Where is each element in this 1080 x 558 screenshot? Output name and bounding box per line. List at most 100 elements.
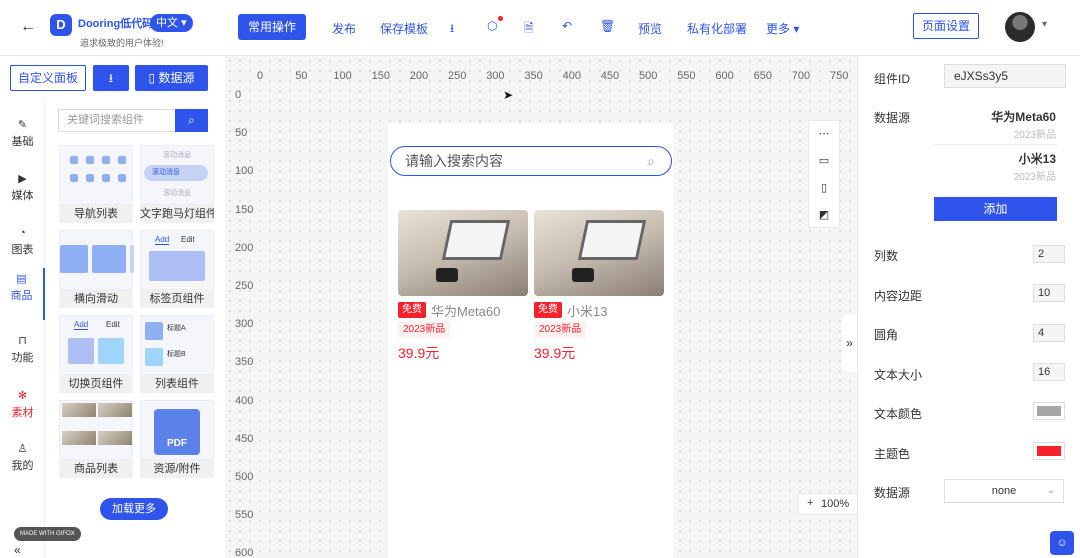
divider (934, 144, 1058, 145)
desktop-icon[interactable]: ▭ (809, 148, 839, 174)
common-operations-button[interactable]: 常用操作 (238, 14, 306, 40)
search-icon: ⌕ (188, 113, 195, 127)
category-material[interactable]: ✻ 素材 (0, 385, 45, 435)
download-button[interactable]: ⭳ (93, 65, 129, 91)
theme-color-picker[interactable] (1033, 442, 1065, 460)
font-size-input[interactable]: 16 (1033, 363, 1065, 381)
search-button[interactable]: ⌕ (175, 109, 208, 132)
product-price: 39.9元 (534, 345, 576, 361)
ruler-tick-label: 50 (235, 127, 248, 140)
file-icon[interactable]: 🗎 (524, 19, 534, 40)
ruler-tick-label: 0 (235, 89, 242, 101)
cube-icon[interactable]: ⬡ (487, 19, 497, 33)
component-thumbnail: Add Edit (59, 315, 133, 375)
custom-panel-button[interactable]: 自定义面板 (10, 65, 86, 91)
component-label: 资源/附件 (140, 460, 214, 478)
padding-input[interactable]: 10 (1033, 284, 1065, 302)
component-id-input[interactable]: eJXSs3y5 (944, 64, 1066, 88)
product-price: 39.9元 (398, 345, 440, 361)
play-icon: ▶ (18, 173, 27, 185)
list-icon: ▤ (16, 273, 27, 285)
ruler-tick-label: 200 (235, 241, 254, 254)
publish-button[interactable]: 发布 (332, 20, 356, 37)
back-arrow-icon[interactable]: ← (20, 18, 38, 36)
component-card-horizontal-scroll[interactable]: 横向滑动 (59, 230, 134, 308)
zoom-in-button[interactable]: + (807, 497, 813, 509)
ruler-tick-label: 50 (295, 70, 308, 82)
phone-preview[interactable]: 请输入搜索内容 ⌕ 免费 华为Meta60 2023新品 39.9元 免费 小米… (388, 124, 673, 558)
editor-canvas[interactable]: 0 50 100 150 200 250 300 350 400 450 500 550 600 650 7… (225, 56, 857, 558)
more-menu[interactable]: 更多 ▾ (766, 20, 799, 37)
theme-color-label: 主题色 (874, 447, 911, 461)
category-mine[interactable]: ♙ 我的 (0, 438, 45, 488)
component-thumbnail: PDF (140, 400, 214, 460)
load-more-button[interactable]: 加载更多 (100, 498, 168, 520)
component-card-switch[interactable]: Add Edit 切换页组件 (59, 315, 133, 393)
text-color-swatch (1037, 406, 1061, 416)
category-basic[interactable]: ✎ 基础 (0, 114, 45, 164)
page-settings-button[interactable]: 页面设置 (913, 13, 979, 39)
app-title: Dooring低代码 (78, 18, 154, 30)
category-chart[interactable]: ◔ 图表 (0, 223, 45, 273)
fill-icon[interactable]: ◩ (809, 202, 839, 228)
ruler-tick-label: 250 (235, 280, 254, 292)
ruler-tick-label: 700 (791, 70, 811, 82)
preview-search-input[interactable]: 请输入搜索内容 ⌕ (390, 146, 672, 176)
datasource-item-sub: 2023新品 (1013, 130, 1056, 141)
search-icon: ⌕ (647, 153, 655, 169)
font-size-label: 文本大小 (874, 368, 923, 382)
component-thumbnail: Add Edit (140, 230, 214, 290)
component-label: 切换页组件 (59, 375, 133, 393)
add-datasource-button[interactable]: 添加 (934, 197, 1057, 221)
free-tag: 免费 (534, 302, 562, 318)
datasource-select[interactable]: none ⌄ (944, 479, 1064, 503)
component-card-nav-list[interactable]: 导航列表 (59, 145, 133, 223)
ruler-tick-label: 150 (235, 203, 254, 216)
dooring-logo-icon: D (50, 14, 72, 36)
private-deploy-button[interactable]: 私有化部署 (687, 20, 747, 37)
expand-panel-icon[interactable]: » (842, 314, 857, 372)
columns-input[interactable]: 2 (1033, 245, 1065, 263)
top-bar: ← D Dooring低代码 追求极致的用户体验! 中文 ▾ 常用操作 发布 保… (0, 0, 1080, 56)
trash-icon[interactable]: 🗑 (600, 19, 615, 33)
material-icon: ✻ (17, 390, 28, 402)
category-media[interactable]: ▶ 媒体 (0, 168, 45, 218)
canvas-toolbox: ⋯ ▭ ▯ ◩ (808, 120, 840, 228)
save-template-button[interactable]: 保存模板 (380, 20, 428, 37)
category-goods[interactable]: ▤ 商品 (0, 268, 45, 320)
ruler-tick-label: 450 (235, 432, 254, 445)
ruler-tick-label: 250 (448, 70, 467, 82)
feedback-icon[interactable]: ☺ (1050, 531, 1074, 555)
function-icon: ⊓ (18, 335, 27, 347)
download-icon[interactable]: ⭳ (450, 19, 454, 40)
preview-button[interactable]: 预览 (638, 20, 662, 37)
layout-icon[interactable]: ▯ (809, 175, 839, 201)
component-card-tabs[interactable]: Add Edit 标签页组件 (140, 230, 214, 308)
datasource-button[interactable]: ▯ 数据源 (135, 65, 208, 91)
undo-icon[interactable]: ↶ (562, 19, 572, 33)
language-select[interactable]: 中文 ▾ (150, 14, 193, 32)
category-label: 我的 (11, 460, 34, 472)
category-function[interactable]: ⊓ 功能 (0, 330, 45, 380)
datasource-item-sub: 2023新品 (1013, 172, 1056, 183)
user-avatar[interactable] (1005, 12, 1035, 42)
radius-input[interactable]: 4 (1033, 324, 1065, 342)
component-search-input[interactable]: 关键词搜索组件 (58, 109, 175, 132)
component-card-product-list[interactable]: 商品列表 (59, 400, 133, 478)
text-color-picker[interactable] (1033, 402, 1065, 420)
component-card-marquee[interactable]: 滚动消息 滚动消息 滚动消息 文字跑马灯组件 (140, 145, 214, 223)
collapse-icon[interactable]: « (14, 543, 21, 557)
chevron-down-icon: ⌄ (1046, 485, 1055, 496)
preview-search-placeholder: 请输入搜索内容 (405, 153, 503, 169)
ruler-tick-label: 350 (235, 356, 254, 369)
zoom-control: + 100% - ▦ ⛶ (798, 493, 857, 515)
ruler-tick-label: 300 (486, 70, 505, 82)
component-card-list[interactable]: 标题A 标题B 列表组件 (140, 315, 214, 393)
component-thumbnail (59, 400, 133, 460)
component-label: 横向滑动 (59, 290, 133, 308)
component-card-attachment[interactable]: PDF 资源/附件 (140, 400, 214, 478)
component-thumbnail: 标题A 标题B (140, 315, 214, 375)
drag-handle-icon[interactable]: ⋯ (809, 121, 839, 147)
category-label: 商品 (10, 290, 33, 302)
chevron-down-icon[interactable]: ▾ (1042, 19, 1047, 30)
